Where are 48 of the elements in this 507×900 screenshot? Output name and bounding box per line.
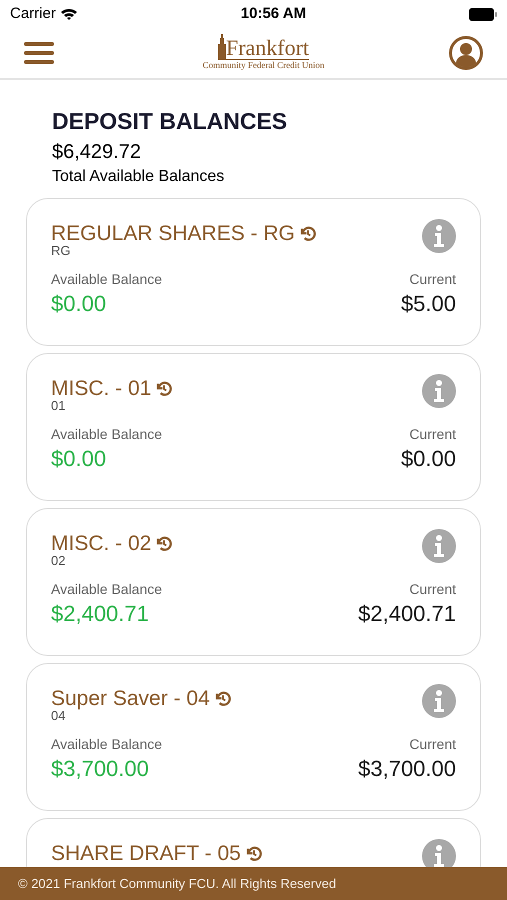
current-label: Current xyxy=(409,735,456,754)
history-icon[interactable] xyxy=(298,225,317,243)
account-card[interactable]: MISC. - 02 02 Available Balance $2,400.71 Current $2,400.71 xyxy=(26,508,481,656)
current-label: Current xyxy=(409,425,456,444)
current-balance: $2,400.71 xyxy=(358,600,456,628)
account-card[interactable]: Super Saver - 04 04 Available Balance $3,700.00 Current $3,700.00 xyxy=(26,663,481,811)
tower-icon xyxy=(218,34,226,60)
available-balance: $3,700.00 xyxy=(51,755,150,783)
available-label: Available Balance xyxy=(51,270,162,289)
account-card[interactable]: MISC. - 01 01 Available Balance $0.00 Current $0.00 xyxy=(26,353,481,501)
account-code: 02 xyxy=(51,553,66,569)
available-balance: $2,400.71 xyxy=(51,600,150,628)
current-balance: $3,700.00 xyxy=(358,755,456,783)
logo-tagline: Community Federal Credit Union xyxy=(202,60,324,72)
total-balance: $6,429.72 xyxy=(52,140,142,165)
history-icon[interactable] xyxy=(155,535,174,553)
account-name: MISC. - 01 xyxy=(51,376,152,400)
available-balance: $0.00 xyxy=(51,445,108,473)
available-label: Available Balance xyxy=(51,425,162,444)
carrier-label: Carrier xyxy=(10,4,56,24)
account-name: Super Saver - 04 xyxy=(51,686,210,711)
account-code: 04 xyxy=(51,708,66,724)
account-code: RG xyxy=(51,243,72,259)
account-name: MISC. - 02 xyxy=(51,531,152,556)
logo-name: Frankfort xyxy=(226,37,310,60)
profile-icon[interactable] xyxy=(449,36,483,70)
history-icon[interactable] xyxy=(244,845,263,863)
current-label: Current xyxy=(409,580,456,599)
wifi-icon xyxy=(60,7,78,21)
account-card[interactable]: REGULAR SHARES - RG RG Available Balance $0.00 Current $5.00 xyxy=(26,198,481,346)
account-code: 01 xyxy=(51,398,66,414)
history-icon[interactable] xyxy=(214,690,232,708)
copyright-text: © 2021 Frankfort Community FCU. All Rights Reserved xyxy=(18,874,336,893)
history-icon[interactable] xyxy=(155,380,174,398)
current-balance: $5.00 xyxy=(400,290,456,318)
current-label: Current xyxy=(409,270,456,289)
available-label: Available Balance xyxy=(51,735,162,754)
current-balance: $0.00 xyxy=(400,445,456,473)
account-card[interactable]: SHARE DRAFT - 05 xyxy=(26,818,481,867)
section-title: DEPOSIT BALANCES xyxy=(52,107,288,136)
available-label: Available Balance xyxy=(51,580,162,599)
menu-icon[interactable] xyxy=(24,41,54,65)
account-name: SHARE DRAFT - 05 xyxy=(51,841,241,867)
clock: 10:56 AM xyxy=(240,4,306,24)
available-balance: $0.00 xyxy=(51,290,108,318)
account-name: REGULAR SHARES - RG xyxy=(51,221,295,246)
battery-icon xyxy=(469,8,497,20)
total-label: Total Available Balances xyxy=(52,167,226,187)
